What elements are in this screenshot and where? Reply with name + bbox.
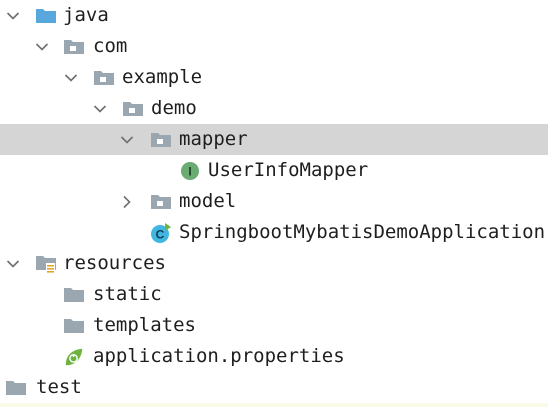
tree-item-resources[interactable]: resources: [0, 248, 548, 279]
spring-boot-class-icon: C: [150, 217, 172, 248]
package-folder-icon: [93, 62, 115, 93]
tree-item-user-info-mapper[interactable]: I UserInfoMapper: [0, 155, 548, 186]
tree-item-label: static: [93, 283, 162, 305]
package-folder-icon: [150, 124, 172, 155]
spring-properties-file-icon: [63, 341, 85, 372]
tree-item-application-properties[interactable]: application.properties: [0, 341, 548, 372]
tree-item-templates[interactable]: templates: [0, 310, 548, 341]
package-folder-icon: [63, 31, 85, 62]
tree-item-java[interactable]: java: [0, 0, 548, 31]
tree-item-com[interactable]: com: [0, 31, 548, 62]
tree-item-test[interactable]: test: [0, 372, 548, 403]
tree-item-static[interactable]: static: [0, 279, 548, 310]
tree-item-mapper[interactable]: mapper: [0, 124, 548, 155]
tree-item-label: SpringbootMybatisDemoApplication: [179, 221, 546, 243]
package-folder-icon: [150, 186, 172, 217]
folder-icon: [63, 310, 85, 341]
package-folder-icon: [122, 93, 144, 124]
tree-item-example[interactable]: example: [0, 62, 548, 93]
bottom-strip: [0, 403, 548, 407]
tree-item-model[interactable]: model: [0, 186, 548, 217]
tree-item-label: demo: [151, 97, 197, 119]
tree-item-label: application.properties: [93, 345, 345, 367]
interface-icon: I: [179, 155, 201, 186]
tree-item-label: com: [93, 35, 128, 57]
tree-item-label: java: [63, 4, 109, 26]
chevron-down-icon[interactable]: [64, 62, 78, 93]
tree-item-application-class[interactable]: C SpringbootMybatisDemoApplication: [0, 217, 548, 248]
svg-text:C: C: [156, 227, 165, 241]
chevron-down-icon[interactable]: [6, 0, 20, 31]
chevron-right-icon[interactable]: [120, 186, 134, 217]
chevron-down-icon[interactable]: [35, 31, 49, 62]
tree-item-label: resources: [63, 252, 166, 274]
source-folder-icon: [35, 0, 57, 31]
folder-icon: [5, 372, 27, 403]
tree-item-label: example: [122, 66, 203, 88]
chevron-down-icon[interactable]: [6, 248, 20, 279]
tree-item-label: model: [179, 190, 237, 212]
tree-item-label: UserInfoMapper: [208, 159, 369, 181]
svg-text:I: I: [188, 164, 191, 178]
tree-item-label: templates: [93, 314, 196, 336]
folder-icon: [63, 279, 85, 310]
tree-item-label: test: [36, 376, 82, 398]
resources-folder-icon: [35, 248, 57, 279]
chevron-down-icon[interactable]: [120, 124, 134, 155]
tree-item-demo[interactable]: demo: [0, 93, 548, 124]
chevron-down-icon[interactable]: [93, 93, 107, 124]
tree-item-label: mapper: [179, 128, 248, 150]
